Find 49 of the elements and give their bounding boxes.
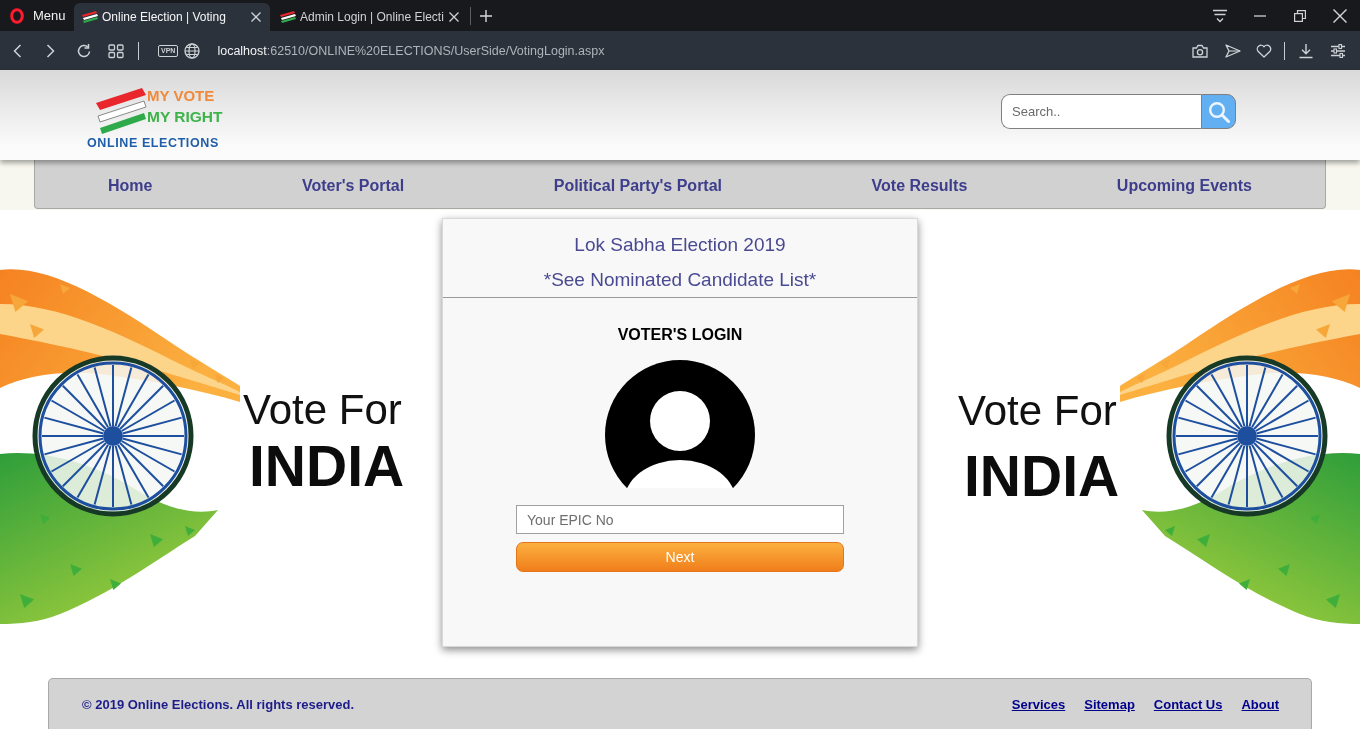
heart-icon[interactable]	[1256, 43, 1272, 58]
tab-close-button[interactable]	[447, 10, 461, 24]
flag-stripes-icon	[95, 87, 147, 135]
tab-close-button[interactable]	[249, 10, 263, 24]
close-icon	[251, 12, 261, 22]
send-icon[interactable]	[1225, 43, 1241, 58]
restore-icon[interactable]	[1294, 9, 1306, 22]
camera-icon[interactable]	[1192, 43, 1208, 58]
nav-link[interactable]: Home	[108, 177, 153, 195]
footer-link[interactable]: Sitemap	[1084, 696, 1135, 712]
candidate-list-link[interactable]: *See Nominated Candidate List*	[543, 267, 817, 293]
election-title: Lok Sabha Election 2019	[574, 233, 786, 257]
sliders-icon[interactable]	[1330, 43, 1346, 58]
url-field[interactable]: localhost:62510/ONLINE%20ELECTIONS/UserSide/VotingLogin.aspx	[217, 43, 605, 58]
footer-link[interactable]: About	[1241, 696, 1279, 712]
globe-icon	[184, 42, 201, 59]
flag-stripes-icon	[82, 11, 98, 23]
search-icon	[1207, 100, 1230, 123]
search-button[interactable]	[1201, 94, 1236, 129]
nav-link[interactable]: Upcoming Events	[1116, 177, 1252, 195]
browser-tab[interactable]: Admin Login | Online Electi	[272, 3, 468, 31]
list-arrow-icon[interactable]	[1212, 8, 1228, 23]
epic-number-field[interactable]: Your EPIC No	[516, 505, 844, 534]
banner-text: Vote For	[958, 386, 1117, 436]
nav-link[interactable]: Voter's Portal	[302, 177, 405, 195]
download-icon[interactable]	[1298, 42, 1314, 59]
browser-logo-icon	[10, 7, 24, 24]
nav-link[interactable]: Political Party's Portal	[553, 177, 723, 195]
footer-link[interactable]: Contact Us	[1153, 696, 1223, 712]
banner-title: INDIA	[249, 435, 405, 497]
logo-text: MY VOTE	[147, 86, 216, 106]
copyright-text: © 2019 Online Elections. All rights reserved.	[82, 696, 355, 712]
grid-icon[interactable]	[108, 42, 124, 59]
banner-title: INDIA	[964, 445, 1120, 507]
menu-button[interactable]: Menu	[0, 0, 72, 31]
browser-tab[interactable]: Online Election | Voting	[74, 3, 270, 31]
reload-icon[interactable]	[76, 42, 92, 59]
minimize-icon[interactable]	[1254, 14, 1266, 17]
nav-link[interactable]: Vote Results	[871, 177, 968, 195]
footer-link[interactable]: Services	[1011, 696, 1066, 712]
login-heading: VOTER'S LOGIN	[617, 325, 743, 345]
logo-text: MY RIGHT	[147, 107, 223, 127]
logo-tagline: ONLINE ELECTIONS	[87, 137, 220, 150]
flag-stripes-icon	[280, 11, 296, 23]
close-icon[interactable]	[1333, 8, 1347, 23]
banner-text: Vote For	[243, 385, 402, 435]
close-icon	[449, 12, 459, 22]
plus-icon[interactable]	[480, 9, 492, 22]
search-field[interactable]: Search..	[1001, 94, 1201, 129]
